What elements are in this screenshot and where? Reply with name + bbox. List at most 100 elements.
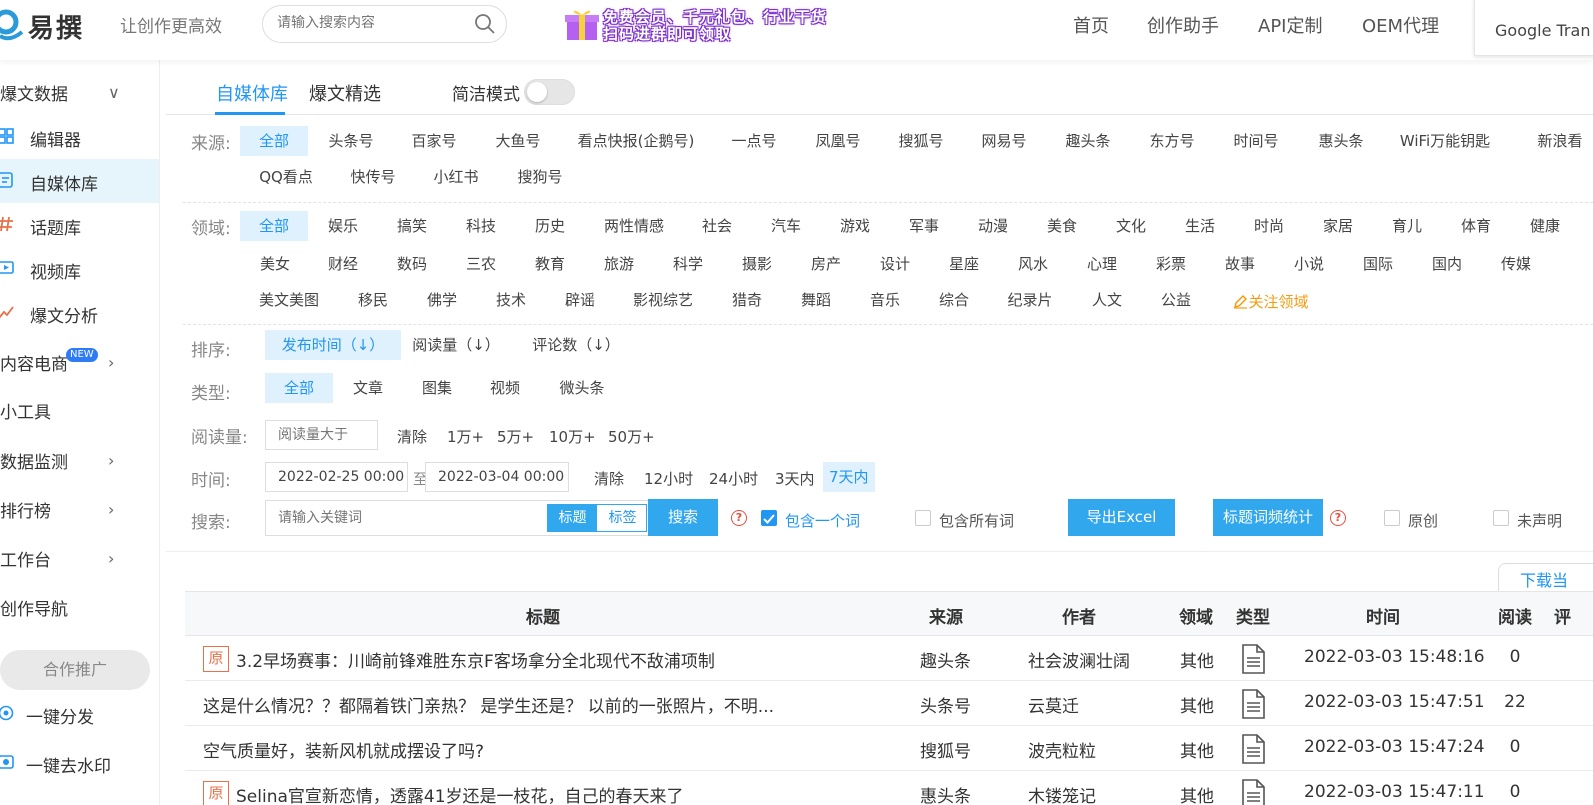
sidebar-tool-distribute[interactable]: 一键分发 xyxy=(0,692,159,736)
sidebar-item-tools[interactable]: 小工具 xyxy=(0,387,159,431)
sort-reads[interactable]: 阅读量（↓） xyxy=(408,330,504,360)
domain-chip[interactable]: 健康 xyxy=(1517,211,1573,241)
source-chip[interactable]: 头条号 xyxy=(318,126,384,156)
reads-500k-link[interactable]: 50万+ xyxy=(608,426,655,447)
col-comments[interactable]: 评 xyxy=(1554,603,1571,628)
download-tab[interactable]: 下载当 xyxy=(1498,563,1593,593)
time-7d-link[interactable]: 7天内 xyxy=(823,462,875,492)
reads-100k-link[interactable]: 10万+ xyxy=(549,426,596,447)
nav-oem[interactable]: OEM代理 xyxy=(1362,12,1439,38)
source-chip[interactable]: QQ看点 xyxy=(255,162,317,192)
domain-chip[interactable]: 搞笑 xyxy=(384,211,440,241)
source-chip[interactable]: 全部 xyxy=(240,126,308,156)
domain-chip[interactable]: 科技 xyxy=(453,211,509,241)
source-chip[interactable]: 搜狐号 xyxy=(889,126,953,156)
domain-chip[interactable]: 三农 xyxy=(453,249,509,279)
search-icon[interactable] xyxy=(474,13,496,35)
type-video[interactable]: 视频 xyxy=(481,373,529,403)
sort-publish-time[interactable]: 发布时间（↓） xyxy=(265,330,401,360)
sidebar-item-editor[interactable]: 编辑器 xyxy=(0,115,159,159)
sidebar-item-analysis[interactable]: 爆文分析 xyxy=(0,291,159,335)
domain-chip[interactable]: 国际 xyxy=(1350,249,1406,279)
time-12h-link[interactable]: 12小时 xyxy=(644,468,693,489)
reads-min-input[interactable] xyxy=(265,420,378,450)
domain-chip[interactable]: 星座 xyxy=(936,249,992,279)
search-button[interactable]: 搜索 xyxy=(648,499,718,536)
domain-chip[interactable]: 技术 xyxy=(483,285,539,315)
simple-mode-toggle[interactable] xyxy=(524,79,575,105)
sidebar-item-ranking[interactable]: 排行榜 › xyxy=(0,486,159,530)
tab-hot-picks[interactable]: 爆文精选 xyxy=(309,80,381,106)
domain-chip[interactable]: 财经 xyxy=(315,249,371,279)
undeclared-checkbox[interactable] xyxy=(1493,510,1509,526)
follow-domain-link[interactable]: 关注领域 xyxy=(1229,287,1313,317)
col-source[interactable]: 来源 xyxy=(929,603,963,628)
row-author[interactable]: 云莫迁 xyxy=(1028,692,1079,717)
row-title[interactable]: 这是什么情况？？都隔着铁门亲热？ 是学生还是？ 以前的一张照片，不明... xyxy=(203,692,774,717)
source-chip[interactable]: 搜狗号 xyxy=(509,162,571,192)
row-title[interactable]: Selina官宣新恋情，透露41岁还是一枝花，自己的春天来了 xyxy=(236,782,684,805)
domain-chip[interactable]: 公益 xyxy=(1148,285,1204,315)
col-time[interactable]: 时间 xyxy=(1366,603,1400,628)
domain-chip[interactable]: 传媒 xyxy=(1488,249,1544,279)
domain-chip[interactable]: 风水 xyxy=(1005,249,1061,279)
domain-chip[interactable]: 时尚 xyxy=(1241,211,1297,241)
domain-chip[interactable]: 教育 xyxy=(522,249,578,279)
google-translate-widget[interactable]: Google Tran xyxy=(1474,0,1593,56)
global-search[interactable] xyxy=(262,5,507,43)
domain-chip[interactable]: 音乐 xyxy=(857,285,913,315)
domain-chip[interactable]: 生活 xyxy=(1172,211,1228,241)
source-chip[interactable]: 一点号 xyxy=(722,126,786,156)
row-author[interactable]: 木镂笼记 xyxy=(1028,782,1096,805)
source-chip[interactable]: 百家号 xyxy=(401,126,467,156)
time-end-input[interactable]: 2022-03-04 00:00 xyxy=(425,462,569,492)
promo-button[interactable]: 合作推广 xyxy=(0,650,150,690)
domain-chip[interactable]: 社会 xyxy=(689,211,745,241)
source-chip[interactable]: 凤凰号 xyxy=(806,126,870,156)
type-gallery[interactable]: 图集 xyxy=(413,373,461,403)
domain-chip[interactable]: 体育 xyxy=(1448,211,1504,241)
scope-tag[interactable]: 标签 xyxy=(598,505,647,531)
row-author[interactable]: 波壳粒粒 xyxy=(1028,737,1096,762)
source-chip[interactable]: 网易号 xyxy=(972,126,1036,156)
sidebar-item-navigation[interactable]: 创作导航 xyxy=(0,584,159,628)
domain-chip[interactable]: 人文 xyxy=(1079,285,1135,315)
row-author[interactable]: 社会波澜壮阔 xyxy=(1028,647,1130,672)
type-micro[interactable]: 微头条 xyxy=(550,373,614,403)
row-title[interactable]: 空气质量好，装新风机就成摆设了吗? xyxy=(203,737,484,762)
domain-chip[interactable]: 小说 xyxy=(1281,249,1337,279)
col-type[interactable]: 类型 xyxy=(1236,603,1270,628)
domain-chip[interactable]: 设计 xyxy=(867,249,923,279)
include-all-checkbox[interactable] xyxy=(915,510,931,526)
domain-chip[interactable]: 摄影 xyxy=(729,249,785,279)
domain-chip[interactable]: 科学 xyxy=(660,249,716,279)
domain-chip[interactable]: 国内 xyxy=(1419,249,1475,279)
domain-chip[interactable]: 家居 xyxy=(1310,211,1366,241)
sidebar-item-videos[interactable]: 视频库 xyxy=(0,247,159,291)
help-icon[interactable]: ? xyxy=(1330,510,1346,526)
type-article[interactable]: 文章 xyxy=(344,373,392,403)
domain-chip[interactable]: 综合 xyxy=(926,285,982,315)
sidebar-item-hot-data[interactable]: 爆文数据 ∨ xyxy=(0,69,159,113)
sidebar-item-monitoring[interactable]: 数据监测 › xyxy=(0,437,159,481)
col-domain[interactable]: 领域 xyxy=(1179,603,1213,628)
nav-api[interactable]: API定制 xyxy=(1258,12,1322,38)
domain-chip[interactable]: 舞蹈 xyxy=(788,285,844,315)
source-chip[interactable]: 快传号 xyxy=(342,162,404,192)
domain-chip[interactable]: 心理 xyxy=(1074,249,1130,279)
domain-chip[interactable]: 历史 xyxy=(522,211,578,241)
domain-chip[interactable]: 数码 xyxy=(384,249,440,279)
col-reads[interactable]: 阅读 xyxy=(1498,603,1532,628)
domain-chip[interactable]: 汽车 xyxy=(758,211,814,241)
source-chip[interactable]: WiFi万能钥匙 xyxy=(1394,126,1496,156)
sidebar-item-ecommerce[interactable]: 内容电商 NEW › xyxy=(0,339,159,383)
row-title[interactable]: 3.2早场赛事：川崎前锋难胜东京F客场拿分全北现代不敌浦项制 xyxy=(236,647,715,672)
source-chip[interactable]: 时间号 xyxy=(1222,126,1290,156)
table-row[interactable]: 空气质量好，装新风机就成摆设了吗? 搜狐号 波壳粒粒 其他 2022-03-03 15:… xyxy=(185,726,1593,771)
sidebar-item-workbench[interactable]: 工作台 › xyxy=(0,535,159,579)
source-chip[interactable]: 小红书 xyxy=(425,162,487,192)
scope-title[interactable]: 标题 xyxy=(548,505,597,531)
domain-chip[interactable]: 辟谣 xyxy=(552,285,608,315)
title-stats-button[interactable]: 标题词频统计 xyxy=(1213,499,1323,536)
time-start-input[interactable]: 2022-02-25 00:00 xyxy=(265,462,408,492)
